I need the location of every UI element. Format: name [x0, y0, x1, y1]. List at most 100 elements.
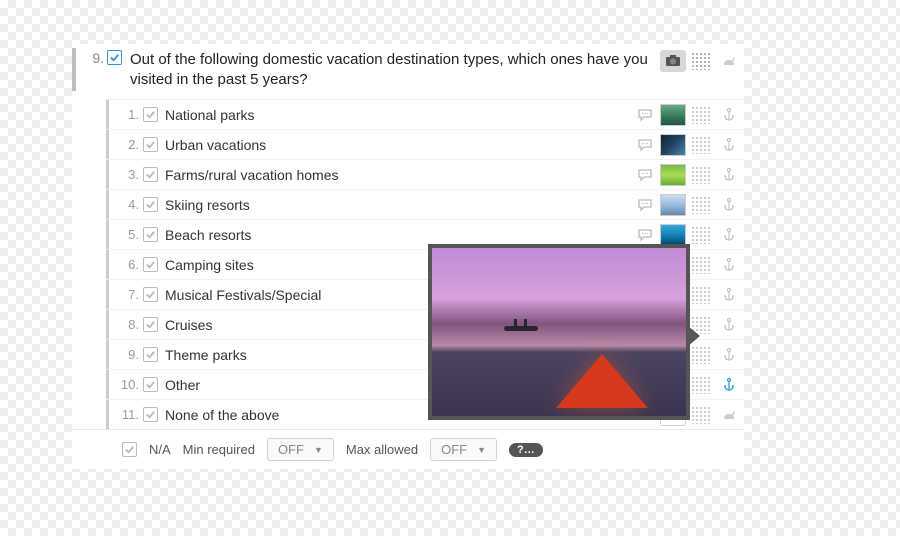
grid-icon	[691, 376, 711, 394]
na-label: N/A	[149, 442, 171, 457]
comment-button[interactable]	[632, 104, 658, 126]
option-check[interactable]	[139, 377, 161, 392]
option-thumbnail[interactable]	[660, 104, 686, 126]
option-thumbnail[interactable]	[660, 224, 686, 246]
grid-icon	[691, 226, 711, 244]
grid-icon	[691, 406, 711, 424]
comment-button[interactable]	[632, 224, 658, 246]
image-preview-popup	[428, 244, 690, 420]
checkbox-icon	[143, 227, 158, 242]
grid-button[interactable]	[688, 50, 714, 72]
anchor-button[interactable]	[716, 104, 742, 126]
grid-icon	[691, 286, 711, 304]
option-number: 1.	[113, 107, 139, 122]
checkbox-icon	[143, 407, 158, 422]
option-number: 3.	[113, 167, 139, 182]
option-check[interactable]	[139, 227, 161, 242]
grid-icon	[691, 106, 711, 124]
anchor-icon	[721, 197, 737, 213]
grid-button[interactable]	[688, 134, 714, 156]
anchor-icon	[721, 107, 737, 123]
media-button[interactable]	[660, 50, 686, 72]
grid-button[interactable]	[688, 224, 714, 246]
grid-icon	[691, 346, 711, 364]
option-label[interactable]: National parks	[161, 107, 632, 123]
option-row: 1. National parks	[106, 99, 744, 129]
checkbox-icon	[143, 377, 158, 392]
canoe-shape	[504, 326, 538, 331]
max-select[interactable]: OFF▼	[430, 438, 497, 461]
anchor-icon	[721, 227, 737, 243]
skip-logic-button[interactable]	[716, 404, 742, 426]
grid-button[interactable]	[688, 344, 714, 366]
option-number: 7.	[113, 287, 139, 302]
option-label[interactable]: Beach resorts	[161, 227, 632, 243]
anchor-button[interactable]	[716, 134, 742, 156]
min-select[interactable]: OFF▼	[267, 438, 334, 461]
option-label[interactable]: Farms/rural vacation homes	[161, 167, 632, 183]
grid-button[interactable]	[688, 164, 714, 186]
checkbox-icon	[143, 347, 158, 362]
option-check[interactable]	[139, 407, 161, 422]
comment-button[interactable]	[632, 194, 658, 216]
grid-button[interactable]	[688, 104, 714, 126]
anchor-icon	[721, 377, 737, 393]
max-label: Max allowed	[346, 442, 418, 457]
checkbox-icon	[107, 50, 122, 65]
grid-icon	[691, 196, 711, 214]
grid-button[interactable]	[688, 254, 714, 276]
anchor-button[interactable]	[716, 314, 742, 336]
anchor-button[interactable]	[716, 194, 742, 216]
help-badge[interactable]: ?…	[509, 443, 543, 457]
option-row: 2. Urban vacations	[106, 129, 744, 159]
anchor-icon	[721, 317, 737, 333]
option-number: 10.	[113, 377, 139, 392]
option-label[interactable]: Urban vacations	[161, 137, 632, 153]
anchor-button[interactable]	[716, 284, 742, 306]
question-bar	[72, 48, 76, 91]
tent-front	[556, 354, 648, 408]
question-check[interactable]	[104, 48, 124, 65]
grid-button[interactable]	[688, 284, 714, 306]
grid-icon	[691, 136, 711, 154]
comment-button[interactable]	[632, 134, 658, 156]
chevron-down-icon: ▼	[477, 445, 486, 455]
option-check[interactable]	[139, 197, 161, 212]
option-number: 6.	[113, 257, 139, 272]
rabbit-icon	[721, 53, 737, 69]
option-thumbnail[interactable]	[660, 194, 686, 216]
question-row: 9. Out of the following domestic vacatio…	[72, 44, 744, 99]
option-check[interactable]	[139, 257, 161, 272]
question-text[interactable]: Out of the following domestic vacation d…	[124, 48, 660, 91]
preview-image	[432, 248, 686, 416]
checkbox-icon	[143, 257, 158, 272]
anchor-button[interactable]	[716, 224, 742, 246]
anchor-button-active[interactable]	[716, 374, 742, 396]
grid-button[interactable]	[688, 404, 714, 426]
anchor-button[interactable]	[716, 344, 742, 366]
option-check[interactable]	[139, 107, 161, 122]
option-number: 11.	[113, 407, 139, 422]
option-check[interactable]	[139, 137, 161, 152]
question-panel: 9. Out of the following domestic vacatio…	[72, 44, 744, 469]
option-thumbnail[interactable]	[660, 164, 686, 186]
anchor-icon	[721, 287, 737, 303]
grid-button[interactable]	[688, 374, 714, 396]
checkbox-icon	[143, 167, 158, 182]
option-thumbnail[interactable]	[660, 134, 686, 156]
anchor-button[interactable]	[716, 164, 742, 186]
option-check[interactable]	[139, 167, 161, 182]
option-number: 5.	[113, 227, 139, 242]
option-label[interactable]: Skiing resorts	[161, 197, 632, 213]
comment-button[interactable]	[632, 164, 658, 186]
na-checkbox[interactable]	[122, 442, 137, 457]
grid-button[interactable]	[688, 194, 714, 216]
option-number: 4.	[113, 197, 139, 212]
option-check[interactable]	[139, 347, 161, 362]
option-check[interactable]	[139, 317, 161, 332]
skip-logic-button[interactable]	[716, 50, 742, 72]
checkbox-icon	[143, 107, 158, 122]
option-check[interactable]	[139, 287, 161, 302]
question-toolbar	[660, 48, 744, 72]
anchor-button[interactable]	[716, 254, 742, 276]
